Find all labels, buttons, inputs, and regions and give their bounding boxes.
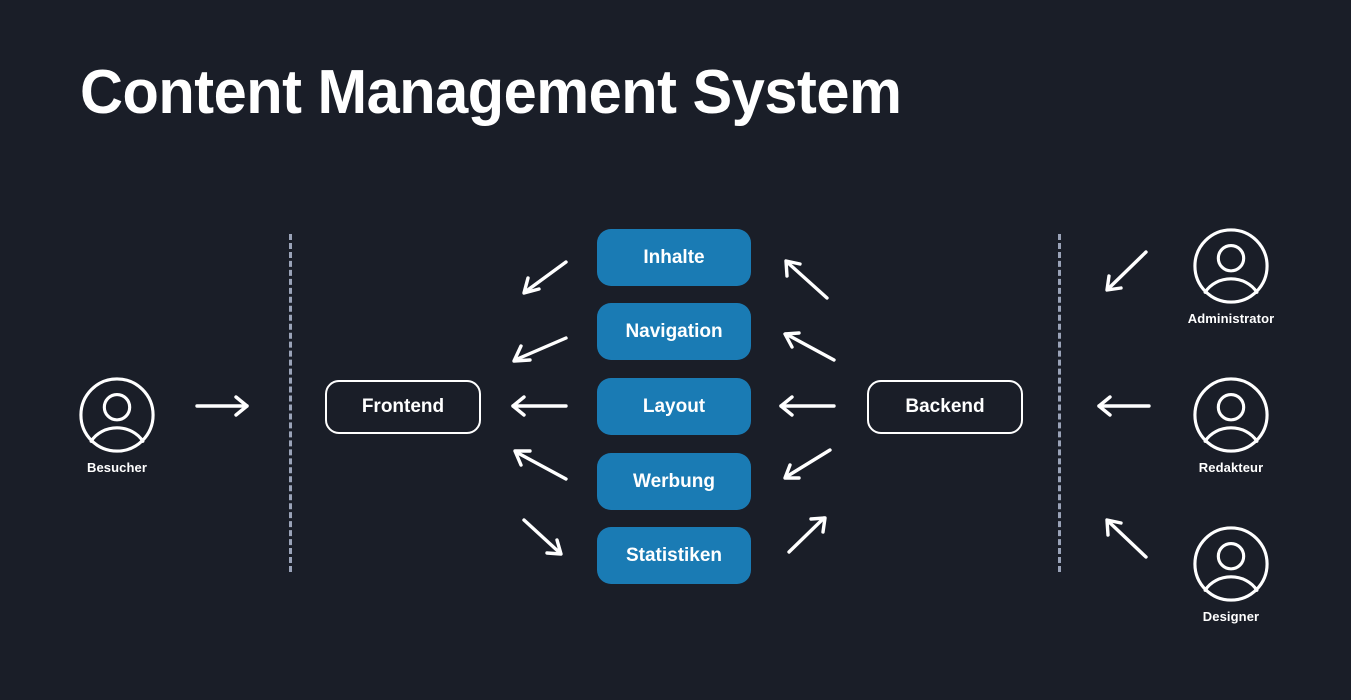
user-avatar-icon [1193, 228, 1269, 304]
divider-backend-boundary [1058, 234, 1061, 572]
arrow-navigation-to-frontend [512, 336, 568, 363]
arrow-designer-to-backend [1105, 518, 1148, 559]
actor-label: Administrator [1187, 311, 1275, 326]
arrow-backend-to-statistiken [787, 516, 827, 554]
actor-redakteur[interactable]: Redakteur [1161, 376, 1301, 475]
arrow-werbung-to-frontend [513, 449, 568, 481]
arrow-layout-to-frontend [511, 395, 568, 417]
user-avatar-icon [79, 377, 155, 453]
actor-label: Besucher [86, 460, 148, 475]
page-title: Content Management System [80, 58, 902, 127]
module-navigation[interactable]: Navigation [597, 303, 751, 360]
actor-designer[interactable]: Designer [1161, 525, 1301, 624]
arrow-backend-to-werbung [783, 448, 832, 480]
backend-box[interactable]: Backend [867, 380, 1023, 434]
module-inhalte[interactable]: Inhalte [597, 229, 751, 286]
arrow-backend-to-inhalte [784, 259, 829, 300]
user-avatar-icon [1193, 377, 1269, 453]
divider-frontend-boundary [289, 234, 292, 572]
actor-besucher[interactable]: Besucher [47, 376, 187, 475]
arrow-administrator-to-backend [1105, 250, 1148, 292]
arrow-redakteur-to-backend [1097, 395, 1151, 417]
module-layout[interactable]: Layout [597, 378, 751, 435]
module-werbung[interactable]: Werbung [597, 453, 751, 510]
frontend-box[interactable]: Frontend [325, 380, 481, 434]
arrow-backend-to-navigation [783, 331, 836, 362]
actor-administrator[interactable]: Administrator [1161, 227, 1301, 326]
diagram-canvas: Content Management System Besucher Admin… [0, 0, 1351, 700]
arrow-backend-to-layout [779, 395, 836, 417]
arrow-besucher-to-frontend [195, 395, 249, 417]
actor-label: Redakteur [1198, 460, 1264, 475]
module-statistiken[interactable]: Statistiken [597, 527, 751, 584]
user-avatar-icon [1193, 526, 1269, 602]
actor-label: Designer [1202, 609, 1260, 624]
arrow-statistiken-to-frontend [522, 518, 563, 556]
arrow-inhalte-to-frontend [522, 260, 568, 295]
